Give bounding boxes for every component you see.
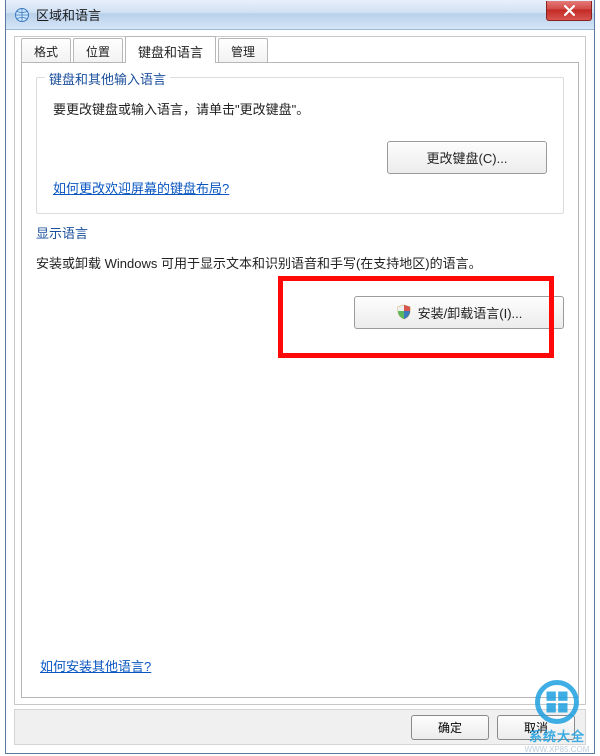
region-language-dialog: 区域和语言 格式 位置 键盘和语言 管理 键盘和其他输入语言 要更改键盘或输入语… — [5, 0, 595, 754]
content-area: 格式 位置 键盘和语言 管理 键盘和其他输入语言 要更改键盘或输入语言，请单击"… — [14, 36, 586, 705]
tab-label: 格式 — [34, 45, 58, 59]
window-title: 区域和语言 — [36, 5, 101, 24]
change-keyboard-button[interactable]: 更改键盘(C)... — [387, 141, 547, 174]
welcome-screen-layout-link[interactable]: 如何更改欢迎屏幕的键盘布局? — [53, 178, 229, 197]
titlebar[interactable]: 区域和语言 — [6, 0, 594, 30]
button-row: 更改键盘(C)... — [53, 141, 547, 174]
button-row: 安装/卸载语言(I)... — [36, 296, 564, 329]
tab-label: 位置 — [86, 45, 110, 59]
display-desc: 安装或卸载 Windows 可用于显示文本和识别语音和手写(在支持地区)的语言。 — [36, 252, 564, 275]
outer-frame: 格式 位置 键盘和语言 管理 键盘和其他输入语言 要更改键盘或输入语言，请单击"… — [14, 36, 586, 705]
tab-format[interactable]: 格式 — [21, 38, 71, 62]
tab-label: 管理 — [231, 45, 255, 59]
tab-label: 键盘和语言 — [138, 45, 203, 60]
close-icon — [564, 5, 575, 16]
dialog-button-bar: 确定 取消 — [14, 709, 586, 745]
button-label: 更改键盘(C)... — [427, 148, 508, 167]
ok-button[interactable]: 确定 — [411, 715, 489, 740]
button-label: 取消 — [524, 721, 548, 735]
tab-keyboard-language[interactable]: 键盘和语言 — [125, 36, 216, 62]
display-language-group: 显示语言 安装或卸载 Windows 可用于显示文本和识别语音和手写(在支持地区… — [36, 232, 564, 344]
group-title: 显示语言 — [36, 223, 92, 242]
tab-strip: 格式 位置 键盘和语言 管理 — [21, 36, 270, 62]
keyboard-input-group: 键盘和其他输入语言 要更改键盘或输入语言，请单击"更改键盘"。 更改键盘(C).… — [36, 77, 564, 214]
install-uninstall-languages-button[interactable]: 安装/卸载语言(I)... — [354, 296, 564, 329]
tab-location[interactable]: 位置 — [73, 38, 123, 62]
uac-shield-icon — [396, 304, 412, 320]
tab-panel-keyboard-language: 键盘和其他输入语言 要更改键盘或输入语言，请单击"更改键盘"。 更改键盘(C).… — [21, 62, 579, 698]
group-title: 键盘和其他输入语言 — [45, 69, 170, 88]
button-label: 确定 — [438, 721, 462, 735]
keyboard-desc: 要更改键盘或输入语言，请单击"更改键盘"。 — [53, 98, 547, 121]
globe-icon — [14, 7, 30, 23]
close-button[interactable] — [546, 1, 592, 21]
cancel-button[interactable]: 取消 — [497, 715, 575, 740]
button-label: 安装/卸载语言(I)... — [418, 303, 523, 322]
tab-admin[interactable]: 管理 — [218, 38, 268, 62]
install-other-languages-link[interactable]: 如何安装其他语言? — [40, 656, 151, 675]
